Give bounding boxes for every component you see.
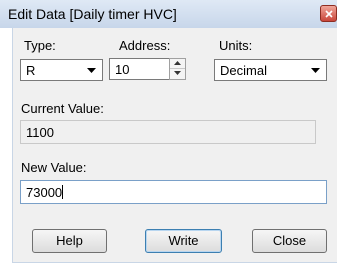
write-button[interactable]: Write bbox=[145, 229, 222, 253]
title-bar[interactable]: Edit Data [Daily timer HVC] bbox=[0, 0, 337, 28]
help-button[interactable]: Help bbox=[32, 229, 107, 253]
address-input-value: 10 bbox=[115, 62, 130, 77]
units-select-value: Decimal bbox=[220, 63, 267, 78]
chevron-down-icon bbox=[87, 68, 96, 73]
spin-up-button[interactable] bbox=[170, 59, 185, 69]
arrow-up-icon bbox=[174, 61, 181, 65]
close-button[interactable]: Close bbox=[252, 229, 327, 253]
units-label: Units: bbox=[219, 38, 253, 53]
spin-down-button[interactable] bbox=[170, 69, 185, 79]
new-value-input[interactable]: 73000 bbox=[20, 180, 327, 204]
arrow-down-icon bbox=[174, 71, 181, 75]
current-value-field: 1100 bbox=[20, 120, 316, 144]
close-window-button[interactable] bbox=[320, 5, 337, 22]
address-input[interactable]: 10 bbox=[109, 58, 170, 80]
chevron-down-icon bbox=[311, 68, 320, 73]
address-label: Address: bbox=[119, 38, 171, 53]
type-select-value: R bbox=[26, 63, 36, 78]
new-value-label: New Value: bbox=[21, 160, 87, 175]
current-value-label: Current Value: bbox=[21, 101, 104, 116]
window-title: Edit Data [Daily timer HVC] bbox=[8, 6, 177, 22]
type-label: Type: bbox=[24, 38, 56, 53]
close-icon bbox=[325, 10, 333, 18]
address-spinner[interactable] bbox=[169, 58, 186, 80]
type-select[interactable]: R bbox=[20, 59, 103, 81]
units-select[interactable]: Decimal bbox=[214, 59, 327, 81]
new-value-text: 73000 bbox=[26, 185, 63, 200]
current-value-text: 1100 bbox=[26, 125, 54, 140]
edit-data-dialog: Edit Data [Daily timer HVC] Type: Addres… bbox=[0, 0, 337, 263]
text-caret bbox=[62, 185, 64, 199]
